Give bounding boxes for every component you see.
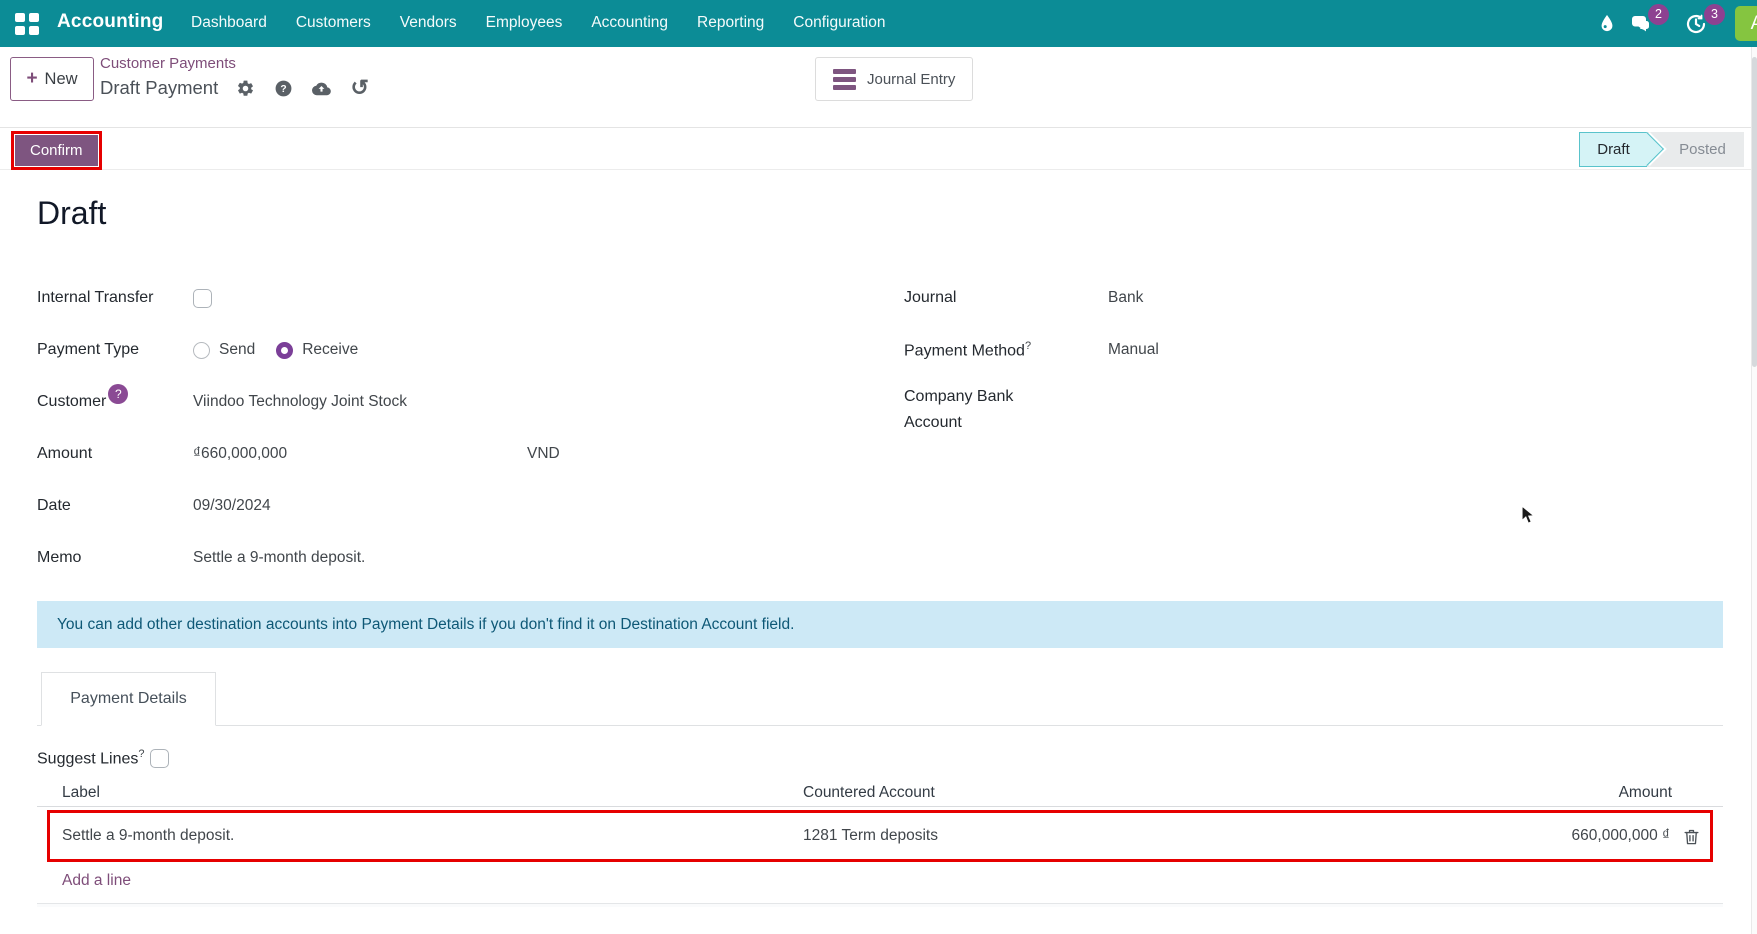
- date-label: Date: [37, 497, 71, 514]
- field-company-bank-account: Company Bank Account: [904, 376, 1723, 436]
- receive-label[interactable]: Receive: [302, 341, 358, 359]
- payment-method-label: Payment Method: [904, 342, 1025, 360]
- send-radio[interactable]: [193, 341, 210, 359]
- breadcrumb-current: Draft Payment: [100, 77, 219, 98]
- plus-icon: +: [26, 68, 38, 89]
- currency-value[interactable]: VND: [527, 445, 560, 463]
- info-banner: You can add other destination accounts i…: [37, 601, 1723, 648]
- field-payment-type: Payment Type Send Receive: [37, 324, 867, 376]
- breadcrumb-parent[interactable]: Customer Payments: [100, 53, 370, 75]
- suggest-lines-label: Suggest Lines: [37, 750, 139, 768]
- cloud-save-icon[interactable]: [311, 78, 332, 99]
- cell-countered-account[interactable]: 1281 Term deposits: [803, 827, 1412, 845]
- form-statusbar: Confirm Draft Posted: [0, 128, 1757, 170]
- customer-value[interactable]: Viindoo Technology Joint Stock: [193, 393, 407, 411]
- page-title: Draft: [37, 195, 107, 231]
- form-right-column: Journal Bank Payment Method? Manual Comp…: [904, 272, 1723, 584]
- scrollbar-thumb[interactable]: [1752, 57, 1757, 367]
- menu-vendors[interactable]: Vendors: [400, 14, 457, 32]
- suggest-lines-checkbox[interactable]: [149, 748, 169, 768]
- company-bank-account-label: Company Bank Account: [904, 388, 1014, 431]
- cell-amount[interactable]: 660,000,000 ₫: [1412, 827, 1672, 845]
- send-label[interactable]: Send: [219, 341, 255, 359]
- field-payment-method: Payment Method? Manual: [904, 324, 1723, 376]
- delete-row-icon[interactable]: [1672, 827, 1710, 846]
- suggest-lines-help: ?: [138, 748, 145, 760]
- list-bottom-border: [37, 903, 1723, 908]
- amount-label: Amount: [37, 445, 93, 462]
- row-highlight-box: Settle a 9-month deposit. 1281 Term depo…: [47, 810, 1713, 863]
- new-button[interactable]: + New: [10, 57, 94, 101]
- menu-dashboard[interactable]: Dashboard: [191, 14, 267, 32]
- new-button-label: New: [44, 69, 78, 88]
- amount-input[interactable]: ₫660,000,000: [193, 445, 527, 463]
- activities-badge: 3: [1704, 4, 1725, 25]
- app-window: Accounting Dashboard Customers Vendors E…: [0, 0, 1757, 934]
- main-menu: Dashboard Customers Vendors Employees Ac…: [191, 14, 885, 32]
- column-label[interactable]: Label: [62, 784, 803, 802]
- internal-transfer-checkbox[interactable]: [193, 288, 212, 308]
- journal-entry-button[interactable]: Journal Entry: [815, 57, 974, 101]
- menu-accounting[interactable]: Accounting: [591, 14, 668, 32]
- cell-label[interactable]: Settle a 9-month deposit.: [62, 827, 803, 845]
- form-left-column: Internal Transfer Payment Type Send Rece…: [37, 272, 867, 584]
- column-countered-account[interactable]: Countered Account: [803, 784, 1412, 802]
- field-customer: Customer? Viindoo Technology Joint Stock: [37, 376, 867, 428]
- menu-reporting[interactable]: Reporting: [697, 14, 764, 32]
- notebook-tabs: Payment Details: [37, 672, 1723, 726]
- customer-label: Customer: [37, 393, 107, 410]
- field-amount: Amount ₫660,000,000 VND: [37, 428, 867, 480]
- user-avatar[interactable]: A: [1735, 6, 1757, 41]
- state-widget: Draft Posted: [1579, 132, 1744, 167]
- confirm-button[interactable]: Confirm: [15, 135, 98, 166]
- tab-payment-details[interactable]: Payment Details: [41, 672, 216, 726]
- form-sheet: Draft Internal Transfer Payment Type Sen…: [0, 170, 1757, 934]
- field-suggest-lines: Suggest Lines?: [37, 748, 1723, 768]
- add-a-line-link[interactable]: Add a line: [37, 872, 1723, 890]
- receive-radio[interactable]: [276, 341, 294, 359]
- payment-method-value[interactable]: Manual: [1108, 341, 1159, 359]
- menu-employees[interactable]: Employees: [486, 14, 563, 32]
- menu-customers[interactable]: Customers: [296, 14, 371, 32]
- confirm-highlight-box: Confirm: [11, 131, 102, 170]
- control-panel: + New Customer Payments Draft Payment ? …: [0, 47, 1757, 128]
- field-memo: Memo Settle a 9-month deposit.: [37, 532, 867, 584]
- memo-label: Memo: [37, 549, 82, 566]
- discard-icon[interactable]: ↺: [349, 77, 370, 99]
- apps-menu-icon[interactable]: [15, 13, 39, 35]
- field-date: Date 09/30/2024: [37, 480, 867, 532]
- internal-transfer-label: Internal Transfer: [37, 289, 154, 306]
- app-title[interactable]: Accounting: [57, 11, 164, 33]
- field-journal: Journal Bank: [904, 272, 1723, 324]
- breadcrumb: Customer Payments Draft Payment ? ↺: [100, 53, 370, 99]
- scrollbar-track[interactable]: [1751, 47, 1757, 934]
- journal-label: Journal: [904, 289, 957, 306]
- payment-type-label: Payment Type: [37, 341, 139, 358]
- column-amount[interactable]: Amount: [1412, 784, 1672, 802]
- journal-bars-icon: [833, 68, 856, 90]
- messages-badge: 2: [1648, 4, 1669, 25]
- svg-text:?: ?: [281, 84, 287, 95]
- customer-help-badge[interactable]: ?: [108, 384, 129, 404]
- drop-icon[interactable]: [1595, 12, 1619, 36]
- top-navbar: Accounting Dashboard Customers Vendors E…: [0, 0, 1757, 47]
- table-row: Settle a 9-month deposit. 1281 Term depo…: [50, 813, 1710, 859]
- date-input[interactable]: 09/30/2024: [193, 497, 271, 515]
- help-icon[interactable]: ?: [273, 78, 294, 99]
- lines-table-header: Label Countered Account Amount: [37, 784, 1723, 808]
- journal-entry-label: Journal Entry: [867, 70, 956, 88]
- payment-method-help: ?: [1024, 339, 1032, 352]
- menu-configuration[interactable]: Configuration: [793, 14, 885, 32]
- gear-icon[interactable]: [235, 78, 256, 99]
- journal-value[interactable]: Bank: [1108, 289, 1143, 307]
- field-internal-transfer: Internal Transfer: [37, 272, 867, 324]
- memo-input[interactable]: Settle a 9-month deposit.: [193, 549, 365, 567]
